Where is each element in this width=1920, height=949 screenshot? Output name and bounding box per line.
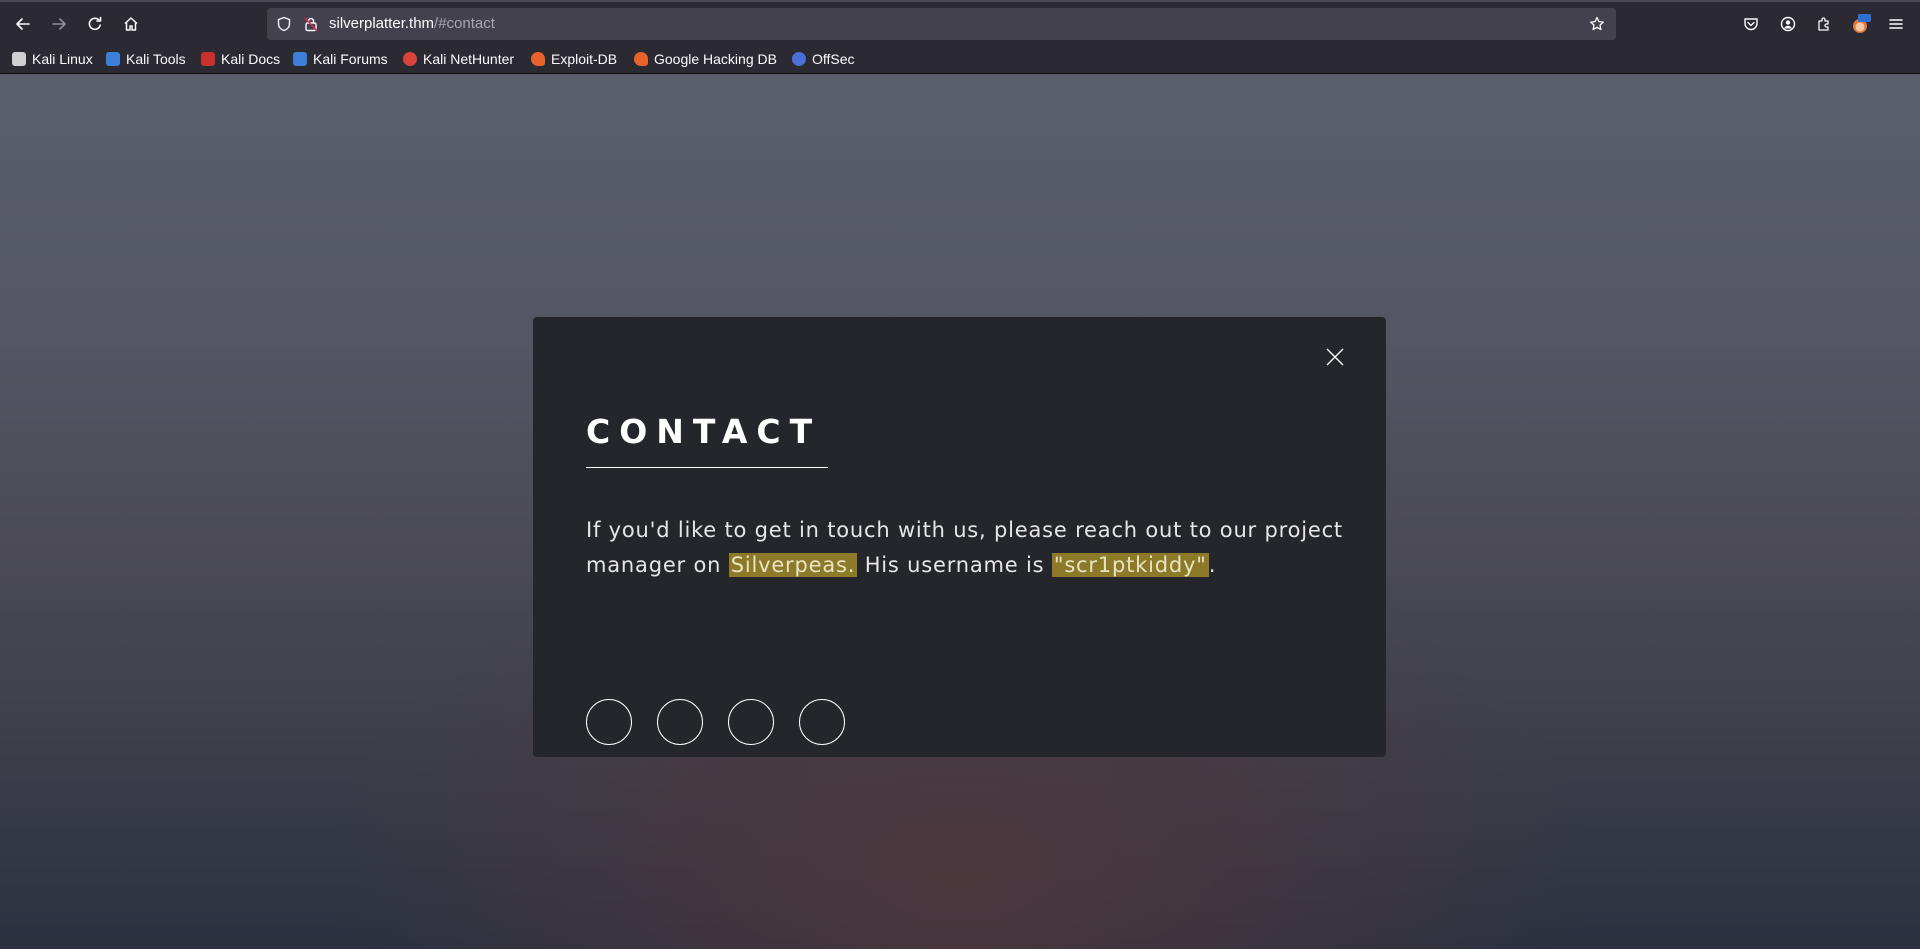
browser-window: silverplatter.thm/#contact Kali Linux Ka… bbox=[0, 0, 1920, 949]
social-icon-1[interactable] bbox=[586, 699, 632, 745]
kali-docs-icon bbox=[201, 52, 215, 66]
bookmark-label: Google Hacking DB bbox=[654, 51, 777, 67]
close-button[interactable] bbox=[1323, 345, 1347, 369]
contact-message: If you'd like to get in touch with us, p… bbox=[586, 513, 1346, 583]
reload-icon bbox=[88, 16, 102, 31]
title-underline bbox=[586, 467, 828, 468]
home-icon bbox=[124, 17, 138, 31]
forward-arrow-icon bbox=[52, 18, 66, 30]
bookmark-kali-linux[interactable]: Kali Linux bbox=[12, 49, 93, 69]
social-icon-2[interactable] bbox=[657, 699, 703, 745]
bookmark-kali-nethunter[interactable]: Kali NetHunter bbox=[403, 49, 514, 69]
home-button[interactable] bbox=[119, 12, 143, 36]
extensions-button[interactable] bbox=[1812, 12, 1836, 36]
pocket-icon bbox=[1744, 18, 1758, 31]
social-icon-4[interactable] bbox=[799, 699, 845, 745]
social-icon-3[interactable] bbox=[728, 699, 774, 745]
kali-linux-icon bbox=[12, 52, 26, 66]
kali-nethunter-icon bbox=[403, 52, 417, 66]
url-path: /#contact bbox=[434, 15, 495, 32]
navigation-toolbar: silverplatter.thm/#contact bbox=[0, 0, 1920, 44]
page-background: CONTACT If you'd like to get in touch wi… bbox=[0, 74, 1920, 949]
back-arrow-icon bbox=[16, 18, 30, 30]
url-host: silverplatter.thm bbox=[329, 15, 435, 32]
bookmark-label: Kali Linux bbox=[32, 51, 93, 67]
bookmark-google-hacking-db[interactable]: Google Hacking DB bbox=[634, 49, 777, 69]
forward-button[interactable] bbox=[47, 12, 71, 36]
puzzle-icon bbox=[1818, 17, 1829, 31]
burp-extension-icon bbox=[1853, 14, 1871, 33]
bookmark-kali-forums[interactable]: Kali Forums bbox=[293, 49, 388, 69]
account-icon bbox=[1780, 16, 1796, 32]
highlight-username: "scr1ptkiddy" bbox=[1051, 553, 1209, 577]
google-hacking-db-icon bbox=[634, 52, 648, 66]
hamburger-menu-icon bbox=[1889, 19, 1903, 29]
close-icon bbox=[1326, 348, 1344, 366]
back-button[interactable] bbox=[11, 12, 35, 36]
insecure-lock-icon[interactable] bbox=[303, 16, 319, 32]
shield-icon[interactable] bbox=[276, 16, 292, 32]
bookmark-exploit-db[interactable]: Exploit-DB bbox=[531, 49, 617, 69]
bookmark-offsec[interactable]: OffSec bbox=[792, 49, 855, 69]
highlight-platform: Silverpeas. bbox=[728, 553, 858, 577]
extension-button[interactable] bbox=[1848, 12, 1872, 36]
bookmark-label: Kali Tools bbox=[126, 51, 186, 67]
bookmarks-toolbar: Kali Linux Kali Tools Kali Docs Kali For… bbox=[0, 44, 1920, 74]
bookmark-kali-tools[interactable]: Kali Tools bbox=[106, 49, 186, 69]
kali-tools-icon bbox=[106, 52, 120, 66]
exploit-db-icon bbox=[531, 52, 545, 66]
message-text-after: . bbox=[1208, 553, 1217, 577]
pocket-button[interactable] bbox=[1739, 12, 1763, 36]
url-bar[interactable]: silverplatter.thm/#contact bbox=[267, 8, 1616, 40]
bookmark-kali-docs[interactable]: Kali Docs bbox=[201, 49, 280, 69]
contact-modal: CONTACT If you'd like to get in touch wi… bbox=[533, 317, 1386, 757]
bookmark-label: Exploit-DB bbox=[551, 51, 618, 67]
url-text[interactable]: silverplatter.thm/#contact bbox=[329, 15, 495, 33]
bookmark-label: Kali Docs bbox=[221, 51, 281, 67]
reload-button[interactable] bbox=[83, 12, 107, 36]
bookmark-star-icon[interactable] bbox=[1589, 16, 1605, 32]
bookmark-label: OffSec bbox=[812, 51, 855, 67]
bookmark-label: Kali NetHunter bbox=[423, 51, 515, 67]
modal-title: CONTACT bbox=[586, 412, 822, 451]
offsec-icon bbox=[792, 52, 806, 66]
menu-button[interactable] bbox=[1884, 12, 1908, 36]
kali-forums-icon bbox=[293, 52, 307, 66]
message-text-middle: His username is bbox=[857, 553, 1052, 577]
bookmark-label: Kali Forums bbox=[313, 51, 388, 67]
account-button[interactable] bbox=[1776, 12, 1800, 36]
